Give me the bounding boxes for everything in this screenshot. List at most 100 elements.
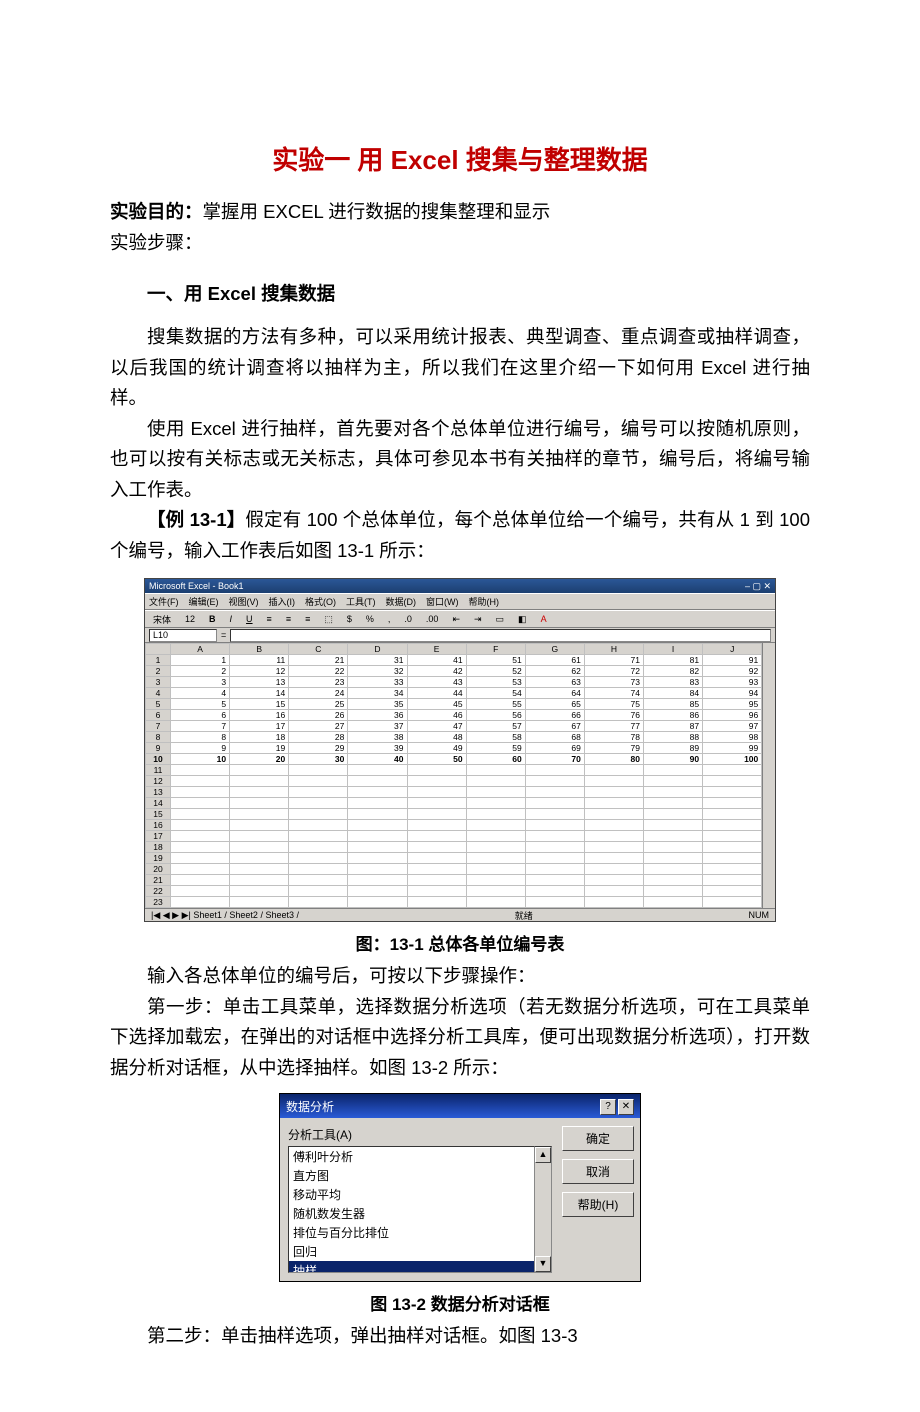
row-header: 3 <box>146 677 171 688</box>
list-item[interactable]: 移动平均 <box>289 1185 534 1204</box>
list-item[interactable]: 抽样 <box>289 1261 534 1273</box>
row-header: 18 <box>146 842 171 853</box>
cell <box>230 831 289 842</box>
list-item[interactable]: 随机数发生器 <box>289 1204 534 1223</box>
font-color-icon: A <box>537 613 551 625</box>
row-header: 23 <box>146 897 171 908</box>
cell: 46 <box>407 710 466 721</box>
scroll-up-icon[interactable]: ▲ <box>535 1147 551 1163</box>
cell: 37 <box>348 721 407 732</box>
cancel-button[interactable]: 取消 <box>562 1159 634 1184</box>
cell: 58 <box>466 732 525 743</box>
cell <box>407 765 466 776</box>
goal-line: 实验目的：掌握用 EXCEL 进行数据的搜集整理和显示 <box>110 197 810 228</box>
cell <box>407 853 466 864</box>
cell: 99 <box>703 743 762 754</box>
excel-font-toolbar: 宋体 12 B I U ≡ ≡ ≡ ⬚ $ % , .0 .00 ⇤ ⇥ ▭ ◧… <box>145 610 775 628</box>
paragraph-1: 搜集数据的方法有多种，可以采用统计报表、典型调查、重点调查或抽样调查，以后我国的… <box>110 322 810 414</box>
cell: 57 <box>466 721 525 732</box>
cell <box>644 809 703 820</box>
row-header: 10 <box>146 754 171 765</box>
cell <box>644 798 703 809</box>
paragraph-2: 使用 Excel 进行抽样，首先要对各个总体单位进行编号，编号可以按随机原则，也… <box>110 414 810 506</box>
scroll-down-icon[interactable]: ▼ <box>535 1256 551 1272</box>
cell: 78 <box>584 732 643 743</box>
cell <box>644 886 703 897</box>
select-all-cell <box>146 644 171 655</box>
cell <box>171 842 230 853</box>
cell <box>171 820 230 831</box>
cell: 72 <box>584 666 643 677</box>
cell <box>407 809 466 820</box>
row-header: 14 <box>146 798 171 809</box>
list-item[interactable]: 直方图 <box>289 1166 534 1185</box>
col-header: I <box>644 644 703 655</box>
analysis-tools-listbox[interactable]: 傅利叶分析直方图移动平均随机数发生器排位与百分比排位回归抽样t-检验：平均值的成… <box>288 1146 535 1273</box>
cell <box>407 820 466 831</box>
cell <box>348 842 407 853</box>
close-icon: ✕ <box>618 1099 634 1115</box>
help-button[interactable]: 帮助(H) <box>562 1192 634 1217</box>
cell <box>466 820 525 831</box>
cell: 17 <box>230 721 289 732</box>
cell: 16 <box>230 710 289 721</box>
cell: 73 <box>584 677 643 688</box>
cell <box>703 776 762 787</box>
cell <box>289 765 348 776</box>
cell: 86 <box>644 710 703 721</box>
menu-item: 视图(V) <box>229 595 259 608</box>
cell <box>407 897 466 908</box>
cell <box>703 886 762 897</box>
cell <box>584 875 643 886</box>
row-header: 17 <box>146 831 171 842</box>
cell: 77 <box>584 721 643 732</box>
cell <box>525 853 584 864</box>
cell <box>466 776 525 787</box>
cell <box>584 765 643 776</box>
cell <box>407 787 466 798</box>
ok-button[interactable]: 确定 <box>562 1126 634 1151</box>
cell <box>525 787 584 798</box>
underline-icon: U <box>242 613 257 625</box>
menu-item: 格式(O) <box>305 595 336 608</box>
cell <box>348 798 407 809</box>
cell <box>407 798 466 809</box>
sheet-nav-icons: |◀ ◀ ▶ ▶| <box>151 910 191 920</box>
cell: 22 <box>289 666 348 677</box>
cell <box>230 765 289 776</box>
list-item[interactable]: 排位与百分比排位 <box>289 1223 534 1242</box>
cell <box>466 787 525 798</box>
listbox-scrollbar[interactable]: ▲ ▼ <box>535 1146 552 1273</box>
cell: 39 <box>348 743 407 754</box>
list-item[interactable]: 傅利叶分析 <box>289 1147 534 1166</box>
list-item[interactable]: 回归 <box>289 1242 534 1261</box>
cell <box>289 875 348 886</box>
cell: 55 <box>466 699 525 710</box>
cell <box>584 820 643 831</box>
cell: 23 <box>289 677 348 688</box>
cell <box>348 831 407 842</box>
cell: 19 <box>230 743 289 754</box>
cell: 49 <box>407 743 466 754</box>
paragraph-4: 第一步：单击工具菜单，选择数据分析选项（若无数据分析选项，可在工具菜单下选择加载… <box>110 992 810 1084</box>
cell <box>644 776 703 787</box>
cell: 74 <box>584 688 643 699</box>
excel-grid: ABCDEFGHIJ111121314151617181912212223242… <box>145 643 762 908</box>
cell <box>171 875 230 886</box>
cell: 34 <box>348 688 407 699</box>
cell <box>230 776 289 787</box>
cell: 91 <box>703 655 762 666</box>
cell: 12 <box>230 666 289 677</box>
cell <box>230 864 289 875</box>
cell: 54 <box>466 688 525 699</box>
cell <box>703 765 762 776</box>
comma-icon: , <box>384 613 395 625</box>
cell <box>644 842 703 853</box>
percent-icon: % <box>362 613 378 625</box>
cell: 26 <box>289 710 348 721</box>
row-header: 8 <box>146 732 171 743</box>
cell <box>289 809 348 820</box>
col-header: A <box>171 644 230 655</box>
cell: 67 <box>525 721 584 732</box>
cell <box>525 809 584 820</box>
